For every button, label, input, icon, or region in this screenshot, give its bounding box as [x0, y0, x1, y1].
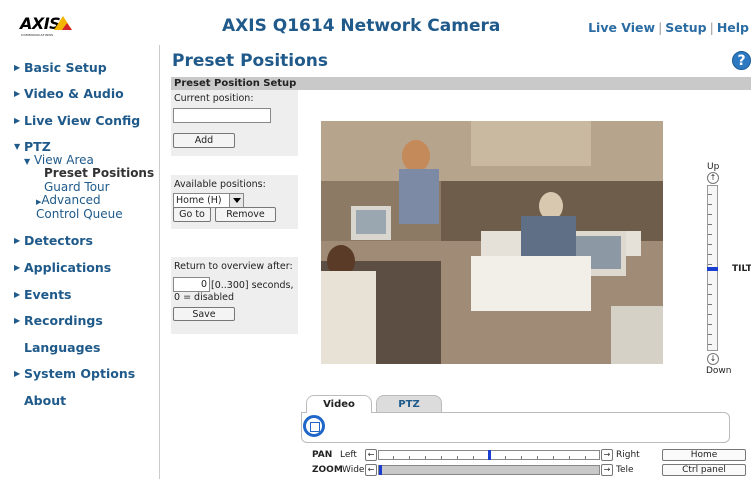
- camera-scene-image: [321, 121, 663, 364]
- sidebar-sub-preset-positions[interactable]: Preset Positions: [44, 166, 154, 180]
- logo-triangle-red-icon: [62, 23, 72, 30]
- chevron-down-icon: ▼: [14, 142, 21, 151]
- tab-video[interactable]: Video: [306, 395, 372, 413]
- zoom-label: ZOOM: [312, 465, 343, 475]
- chevron-right-icon: ▶: [14, 236, 21, 245]
- nav-setup[interactable]: Setup: [665, 20, 706, 35]
- zoom-wide-arrow-icon[interactable]: ←: [365, 464, 377, 476]
- zoom-tele-arrow-icon[interactable]: →: [601, 464, 613, 476]
- axis-logo: AXIS COMMUNICATIONS: [20, 14, 80, 40]
- tilt-down-arrow-icon[interactable]: ↓: [707, 353, 719, 365]
- stop-stream-icon[interactable]: [303, 415, 325, 437]
- help-icon[interactable]: ?: [732, 51, 751, 70]
- add-button[interactable]: Add: [173, 133, 235, 148]
- section-title: Preset Position Setup: [174, 78, 297, 89]
- sidebar-item-applications[interactable]: ▶ Applications: [14, 260, 111, 275]
- return-overview-range: [0..300] seconds,: [211, 280, 294, 291]
- sidebar-sub-advanced[interactable]: ▶Advanced: [36, 193, 101, 207]
- sidebar-item-languages[interactable]: Languages: [24, 340, 100, 355]
- zoom-slider-handle[interactable]: [379, 465, 382, 475]
- pan-left-arrow-icon[interactable]: ←: [365, 449, 377, 461]
- tilt-up-arrow-icon[interactable]: ↑: [707, 172, 719, 184]
- sidebar-item-about[interactable]: About: [24, 393, 66, 408]
- chevron-right-icon: ▶: [14, 369, 21, 378]
- chevron-right-icon: ▶: [14, 89, 21, 98]
- dropdown-arrow-icon: [229, 194, 243, 208]
- pan-label: PAN: [312, 450, 333, 460]
- top-navigation: Live View | Setup | Help: [588, 20, 749, 35]
- zoom-slider[interactable]: [378, 465, 600, 475]
- chevron-right-icon: ▶: [14, 290, 21, 299]
- app-title: AXIS Q1614 Network Camera: [222, 16, 501, 36]
- sidebar-item-detectors[interactable]: ▶ Detectors: [14, 233, 93, 248]
- tilt-up-label: Up: [707, 162, 720, 172]
- tilt-down-label: Down: [706, 366, 732, 376]
- chevron-right-icon: ▶: [14, 63, 21, 72]
- tilt-slider-handle[interactable]: [707, 267, 718, 271]
- pan-slider-handle[interactable]: [488, 450, 491, 460]
- return-overview-note: 0 = disabled: [174, 292, 235, 303]
- current-position-input[interactable]: [173, 108, 271, 123]
- home-button[interactable]: Home: [662, 449, 746, 461]
- chevron-down-icon: ▼: [24, 157, 31, 166]
- sidebar-sub-view-area[interactable]: ▼ View Area: [24, 153, 94, 167]
- sidebar-sub-guard-tour[interactable]: Guard Tour: [44, 180, 110, 194]
- nav-live-view[interactable]: Live View: [588, 20, 655, 35]
- chevron-right-icon: ▶: [14, 116, 21, 125]
- remove-button[interactable]: Remove: [215, 207, 276, 222]
- save-button[interactable]: Save: [173, 307, 235, 321]
- sidebar-item-events[interactable]: ▶ Events: [14, 287, 71, 302]
- go-to-button[interactable]: Go to: [173, 207, 211, 222]
- available-positions-select[interactable]: Home (H): [173, 193, 244, 208]
- chevron-right-icon: ▶: [14, 263, 21, 272]
- chevron-right-icon: ▶: [14, 316, 21, 325]
- pan-right-arrow-icon[interactable]: →: [601, 449, 613, 461]
- sidebar-sub-control-queue[interactable]: Control Queue: [36, 207, 123, 221]
- sidebar-item-recordings[interactable]: ▶ Recordings: [14, 313, 103, 328]
- pan-right-label: Right: [616, 450, 640, 460]
- sidebar-item-system-options[interactable]: ▶ System Options: [14, 366, 135, 381]
- sidebar-item-live-view-config[interactable]: ▶ Live View Config: [14, 113, 140, 128]
- zoom-wide-label: Wide: [342, 465, 365, 475]
- ctrl-panel-button[interactable]: Ctrl panel: [662, 464, 746, 476]
- camera-video-stream[interactable]: [321, 121, 663, 364]
- tilt-axis-label: TILT: [732, 264, 751, 274]
- sidebar-item-ptz[interactable]: ▼ PTZ: [14, 139, 51, 154]
- zoom-tele-label: Tele: [616, 465, 634, 475]
- return-overview-label: Return to overview after:: [174, 261, 293, 272]
- return-overview-input[interactable]: 0: [173, 277, 210, 292]
- available-positions-label: Available positions:: [174, 179, 266, 190]
- tab-ptz[interactable]: PTZ: [376, 395, 442, 413]
- zoom-slider-track: [379, 466, 599, 474]
- pan-slider[interactable]: [378, 450, 600, 460]
- logo-tagline: COMMUNICATIONS: [21, 33, 54, 37]
- current-position-label: Current position:: [174, 93, 254, 104]
- video-tab-panel: [301, 412, 730, 443]
- sidebar-item-basic-setup[interactable]: ▶ Basic Setup: [14, 60, 107, 75]
- sidebar-item-video-audio[interactable]: ▶ Video & Audio: [14, 86, 124, 101]
- page-title: Preset Positions: [172, 51, 329, 71]
- pan-left-label: Left: [340, 450, 357, 460]
- nav-help[interactable]: Help: [717, 20, 749, 35]
